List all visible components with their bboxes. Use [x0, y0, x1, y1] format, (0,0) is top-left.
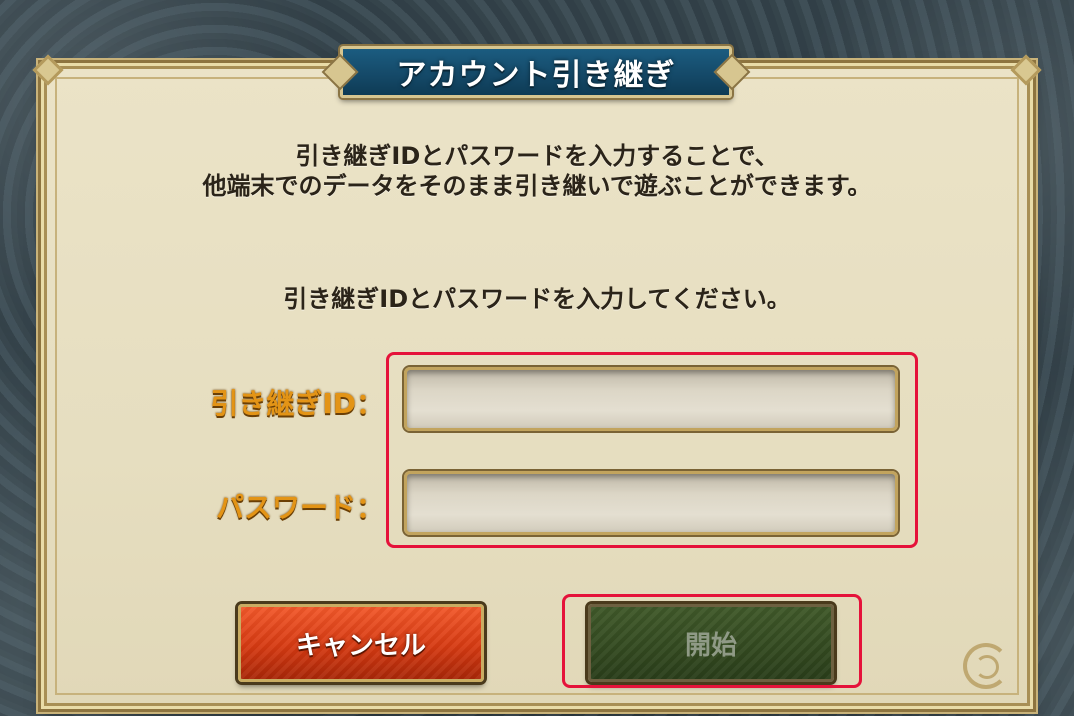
description-line-2: 他端末でのデータをそのまま引き継いで遊ぶことができます。: [202, 172, 872, 200]
scroll-ornament-icon: [963, 643, 1009, 689]
input-prompt: 引き継ぎIDとパスワードを入力してください。: [283, 285, 791, 313]
transfer-id-input[interactable]: [404, 367, 898, 431]
password-input[interactable]: [404, 471, 898, 535]
description-line-1: 引き継ぎIDとパスワードを入力することで、: [295, 142, 779, 170]
transfer-id-label: 引き継ぎID：: [210, 387, 384, 420]
password-label: パスワード：: [215, 491, 384, 524]
dialog-title: アカウント引き継ぎ: [396, 58, 676, 93]
dialog-title-banner: アカウント引き継ぎ: [321, 46, 751, 98]
start-button[interactable]: 開始: [588, 604, 834, 682]
cancel-button[interactable]: キャンセル: [238, 604, 484, 682]
